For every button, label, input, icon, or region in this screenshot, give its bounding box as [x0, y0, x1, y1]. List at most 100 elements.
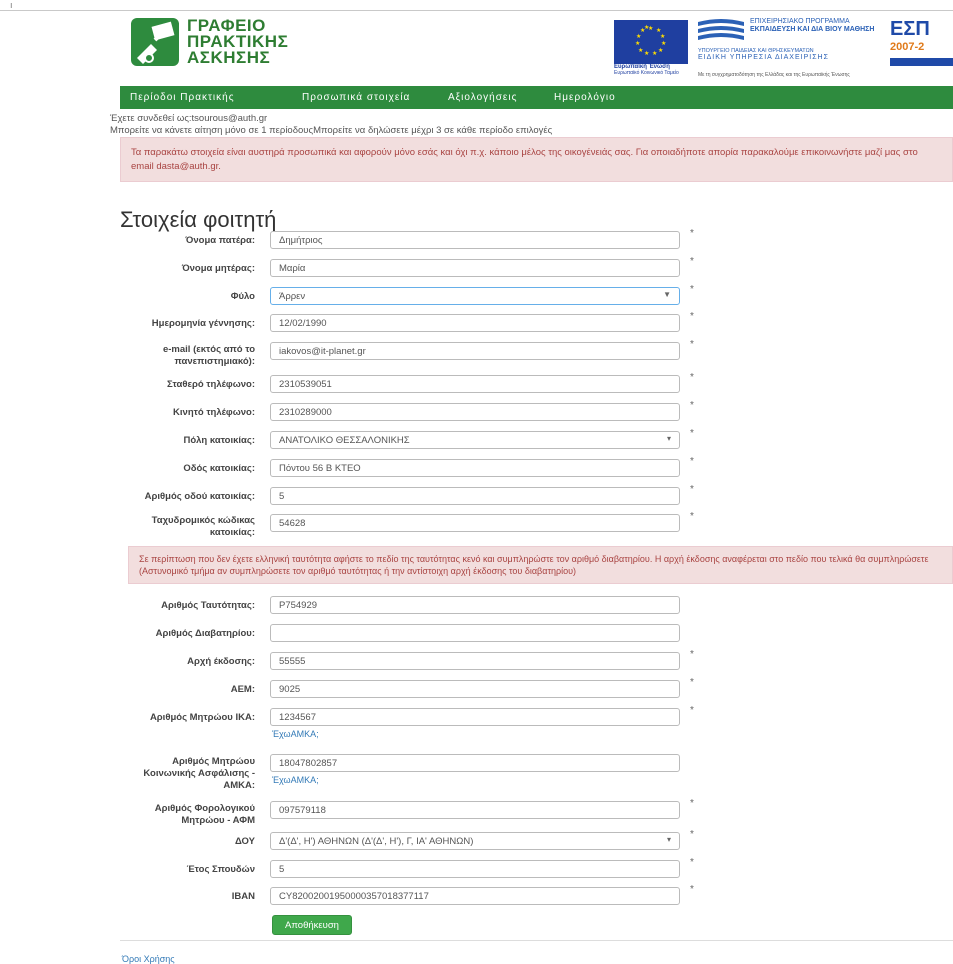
required-mark: *: [690, 256, 694, 267]
landline-input[interactable]: [270, 375, 680, 393]
mother-name-input[interactable]: [270, 259, 680, 277]
city-select[interactable]: ΑΝΑΤΟΛΙΚΟ ΘΕΣΣΑΛΟΝΙΚΗΣ ▾: [270, 431, 680, 449]
amka-input[interactable]: [270, 754, 680, 772]
operational-programme-logo: ΕΠΙΧΕΙΡΗΣΙΑΚΟ ΠΡΟΓΡΑΜΜΑ ΕΚΠΑΙΔΕΥΣΗ ΚΑΙ Δ…: [698, 18, 878, 61]
page-container: ΓΡΑΦΕΙΟ ΠΡΑΚΤΙΚΗΣ ΑΣΚΗΣΗΣ ★ ★ ★ ★ ★ ★ ★ ★ ★ ★ ★…: [110, 12, 953, 964]
svg-text:★: ★: [658, 47, 663, 54]
terms-of-use-link[interactable]: Όροι Χρήσης: [122, 954, 175, 964]
required-mark: *: [690, 705, 694, 716]
postal-code-label: Ταχυδρομικός κώδικας κατοικίας:: [151, 515, 255, 538]
espa-bar: [890, 58, 953, 66]
required-mark: *: [690, 284, 694, 295]
page-title: Στοιχεία φοιτητή: [120, 206, 277, 232]
aem-label: ΑΕΜ:: [230, 684, 255, 695]
svg-text:★: ★: [635, 40, 640, 47]
op-ministry-2: ΕΙΔΙΚΗ ΥΠΗΡΕΣΙΑ ΔΙΑΧΕΙΡΙΣΗΣ: [698, 53, 829, 61]
svg-text:★: ★: [636, 33, 641, 40]
email-label: e-mail (εκτός από το πανεπιστημιακό):: [162, 344, 255, 367]
required-mark: *: [690, 311, 694, 322]
issuing-authority-input[interactable]: [270, 652, 680, 670]
have-amka-link[interactable]: ΈχωΑΜΚΑ;: [272, 775, 319, 785]
postal-code-input[interactable]: [270, 514, 680, 532]
aem-input[interactable]: [270, 680, 680, 698]
nav-internship-periods[interactable]: Περίοδοι Πρακτικής: [130, 92, 235, 103]
passport-number-input[interactable]: [270, 624, 680, 642]
mother-name-label: Όνομα μητέρας:: [181, 263, 255, 274]
required-mark: *: [690, 511, 694, 522]
header: ΓΡΑΦΕΙΟ ΠΡΑΚΤΙΚΗΣ ΑΣΚΗΣΗΣ ★ ★ ★ ★ ★ ★ ★ ★ ★ ★ ★…: [120, 12, 953, 84]
chevron-down-icon: ▾: [666, 835, 671, 844]
birthdate-input[interactable]: [270, 314, 680, 332]
required-mark: *: [690, 798, 694, 809]
required-mark: *: [690, 829, 694, 840]
required-mark: *: [690, 400, 694, 411]
logged-in-text: Έχετε συνδεθεί ως:tsourous@auth.gr: [110, 113, 268, 124]
birthdate-label: Ημερομηνία γέννησης:: [151, 318, 255, 329]
required-mark: *: [690, 428, 694, 439]
study-year-label: Έτος Σπουδών: [186, 864, 255, 875]
required-mark: *: [690, 228, 694, 239]
street-number-input[interactable]: [270, 487, 680, 505]
ika-input[interactable]: [270, 708, 680, 726]
mobile-label: Κινητό τηλέφωνο:: [173, 407, 255, 418]
programme-stripes-icon: [698, 19, 744, 40]
top-divider: [0, 10, 953, 11]
chevron-down-icon: ▼: [663, 290, 671, 299]
required-mark: *: [690, 884, 694, 895]
city-selected-value: ΑΝΑΤΟΛΙΚΟ ΘΕΣΣΑΛΟΝΙΚΗΣ: [279, 435, 410, 446]
doy-selected-value: Δ'(Δ', Η') ΑΘΗΝΩΝ (Δ'(Δ', Η'), Γ, ΙΑ' ΑΘ…: [279, 836, 474, 847]
required-mark: *: [690, 677, 694, 688]
doy-select[interactable]: Δ'(Δ', Η') ΑΘΗΝΩΝ (Δ'(Δ', Η'), Γ, ΙΑ' ΑΘ…: [270, 832, 680, 850]
cofunding-caption: Με τη συγχρηματοδότηση της Ελλάδας και τ…: [698, 72, 850, 78]
save-button[interactable]: Αποθήκευση: [272, 915, 352, 935]
nav-calendar[interactable]: Ημερολόγιο: [554, 92, 616, 103]
logo-line-3: ΑΣΚΗΣΗΣ: [187, 48, 271, 67]
application-limit-text: Μπορείτε να κάνετε αίτηση μόνο σε 1 περί…: [110, 125, 553, 136]
privacy-alert: Τα παρακάτω στοιχεία είναι αυστηρά προσω…: [120, 137, 953, 182]
amka-label: Αριθμός Μητρώου Κοινωνικής Ασφάλισης - Α…: [143, 756, 255, 791]
eu-flag-icon: ★ ★ ★ ★ ★ ★ ★ ★ ★ ★ ★ ★: [614, 20, 688, 64]
study-year-input[interactable]: [270, 860, 680, 878]
corner-mark: ı: [10, 0, 13, 10]
father-name-input[interactable]: [270, 231, 680, 249]
email-input[interactable]: [270, 342, 680, 360]
espa-logo: ΕΣΠ 2007-2: [890, 18, 953, 66]
afm-input[interactable]: [270, 801, 680, 819]
eu-subtitle: Ευρωπαϊκό Κοινωνικό Ταμείο: [614, 70, 679, 76]
required-mark: *: [690, 372, 694, 383]
espa-years: 2007-2: [890, 41, 925, 53]
required-mark: *: [690, 339, 694, 350]
required-mark: *: [690, 649, 694, 660]
city-label: Πόλη κατοικίας:: [183, 435, 255, 446]
passport-number-label: Αριθμός Διαβατηρίου:: [155, 628, 255, 639]
logo-emblem-icon: [131, 18, 179, 66]
required-mark: *: [690, 456, 694, 467]
have-amka-link[interactable]: ΈχωΑΜΚΑ;: [272, 729, 319, 739]
site-logo[interactable]: ΓΡΑΦΕΙΟ ΠΡΑΚΤΙΚΗΣ ΑΣΚΗΣΗΣ: [131, 17, 288, 67]
main-navbar: Περίοδοι Πρακτικής Προσωπικά στοιχεία Αξ…: [120, 86, 953, 109]
gender-select[interactable]: Άρρεν ▼: [270, 287, 680, 305]
street-label: Οδός κατοικίας:: [183, 463, 255, 474]
nav-personal-details[interactable]: Προσωπικά στοιχεία: [302, 92, 410, 103]
passport-info-alert: Σε περίπτωση που δεν έχετε ελληνική ταυτ…: [128, 546, 953, 584]
nav-evaluations[interactable]: Αξιολογήσεις: [448, 92, 517, 103]
svg-text:★: ★: [644, 50, 649, 57]
id-number-input[interactable]: [270, 596, 680, 614]
doy-label: ΔΟΥ: [234, 836, 255, 847]
mobile-input[interactable]: [270, 403, 680, 421]
issuing-authority-label: Αρχή έκδοσης:: [187, 656, 255, 667]
gender-label: Φύλο: [230, 291, 255, 302]
afm-label: Αριθμός Φορολογικού Μητρώου - ΑΦΜ: [154, 803, 255, 826]
svg-text:★: ★: [638, 47, 643, 54]
logo-text: ΓΡΑΦΕΙΟ ΠΡΑΚΤΙΚΗΣ ΑΣΚΗΣΗΣ: [187, 17, 288, 67]
espa-text: ΕΣΠ: [890, 18, 930, 40]
landline-label: Σταθερό τηλέφωνο:: [166, 379, 255, 390]
svg-text:★: ★: [644, 24, 649, 31]
gender-selected-value: Άρρεν: [279, 291, 306, 302]
svg-text:★: ★: [652, 50, 657, 57]
street-input[interactable]: [270, 459, 680, 477]
required-mark: *: [690, 857, 694, 868]
required-mark: *: [690, 484, 694, 495]
street-number-label: Αριθμός οδού κατοικίας:: [144, 491, 255, 502]
iban-input[interactable]: [270, 887, 680, 905]
